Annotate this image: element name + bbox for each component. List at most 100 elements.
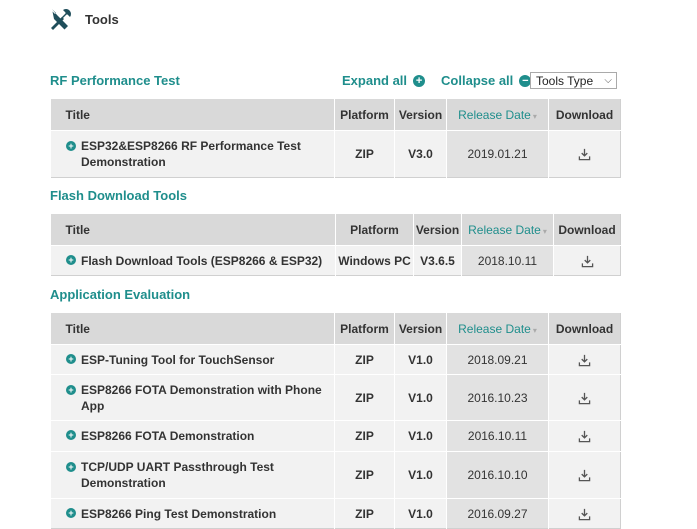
tools-type-value: Tools Type	[536, 74, 594, 88]
column-release-date[interactable]: Release Date ▾	[446, 313, 549, 345]
row-title: + ESP32&ESP8266 RF Performance Test Demon…	[50, 130, 335, 178]
row-version: V1.0	[394, 451, 447, 499]
collapse-all-label: Collapse all	[441, 73, 514, 88]
row-title: + ESP8266 Ping Test Demonstration	[50, 498, 335, 529]
row-version: V3.0	[394, 130, 447, 178]
column-version: Version	[394, 313, 447, 345]
sort-arrow-icon: ▾	[532, 111, 537, 121]
expand-row-icon[interactable]: +	[66, 384, 76, 395]
table-row: + ESP32&ESP8266 RF Performance Test Demon…	[50, 130, 621, 178]
table-header-row: Title Platform Version Release Date ▾ Dow…	[50, 214, 621, 246]
row-title-text: Flash Download Tools (ESP8266 & ESP32)	[81, 253, 323, 268]
application-evaluation-table: Title Platform Version Release Date ▾ Dow…	[50, 313, 621, 529]
sort-arrow-icon: ▾	[532, 325, 537, 335]
table-row: + Flash Download Tools (ESP8266 & ESP32) …	[50, 245, 621, 276]
download-icon	[578, 431, 591, 443]
release-date-label: Release Date	[468, 222, 541, 237]
row-title: + ESP-Tuning Tool for TouchSensor	[50, 344, 335, 375]
column-title: Title	[50, 214, 336, 246]
release-date-label: Release Date	[458, 107, 531, 122]
row-platform: ZIP	[334, 374, 395, 421]
expand-all-label: Expand all	[342, 73, 408, 88]
expand-all-button[interactable]: Expand all +	[342, 73, 426, 88]
row-date: 2016.10.11	[446, 420, 549, 452]
column-title: Title	[50, 99, 335, 131]
collapse-all-button[interactable]: Collapse all −	[441, 73, 532, 88]
expand-row-icon[interactable]: +	[66, 353, 76, 364]
row-date: 2016.10.23	[446, 374, 549, 421]
section-title-flash: Flash Download Tools	[50, 188, 187, 203]
page-title: Tools	[85, 11, 119, 27]
column-platform: Platform	[334, 99, 395, 131]
row-title: + Flash Download Tools (ESP8266 & ESP32)	[50, 245, 336, 276]
tools-icon	[51, 8, 71, 30]
row-title: + TCP/UDP UART Passthrough Test Demonstra…	[50, 451, 335, 499]
table-row: + ESP8266 FOTA Demonstration with Phone A…	[50, 374, 621, 421]
plus-circle-icon: +	[413, 74, 426, 87]
table-row: + TCP/UDP UART Passthrough Test Demonstra…	[50, 451, 621, 499]
row-platform: ZIP	[334, 344, 395, 375]
row-version: V3.6.5	[413, 245, 462, 276]
row-title-text: ESP-Tuning Tool for TouchSensor	[81, 352, 275, 367]
rf-performance-table: Title Platform Version Release Date ▾ Dow…	[50, 99, 621, 178]
sort-arrow-icon: ▾	[542, 226, 547, 236]
expand-row-icon[interactable]: +	[66, 254, 76, 265]
column-release-date[interactable]: Release Date ▾	[461, 214, 554, 246]
chevron-down-icon: ⌵	[604, 75, 612, 86]
row-date: 2018.10.11	[461, 245, 554, 276]
download-icon	[578, 508, 591, 520]
download-button[interactable]	[548, 420, 621, 452]
row-date: 2019.01.21	[446, 130, 549, 178]
row-title-text: ESP8266 FOTA Demonstration	[81, 429, 255, 443]
row-platform: ZIP	[334, 420, 395, 452]
expand-row-icon[interactable]: +	[66, 507, 76, 518]
table-row: + ESP8266 Ping Test Demonstration ZIP V1.…	[50, 498, 621, 529]
column-download: Download	[548, 313, 621, 345]
download-button[interactable]	[548, 498, 621, 529]
page-header: Tools	[49, 6, 119, 32]
row-title: + ESP8266 FOTA Demonstration	[50, 420, 335, 452]
column-platform: Platform	[334, 313, 395, 345]
row-title-text: ESP8266 Ping Test Demonstration	[81, 506, 277, 521]
row-title-text: ESP8266 FOTA Demonstration with Phone Ap…	[81, 382, 322, 413]
row-title: + ESP8266 FOTA Demonstration with Phone A…	[50, 374, 335, 421]
tools-type-select[interactable]: Tools Type ⌵	[530, 72, 617, 89]
section-title-application: Application Evaluation	[50, 287, 191, 302]
row-title-text: TCP/UDP UART Passthrough Test Demonstrat…	[81, 460, 274, 490]
column-title: Title	[50, 313, 335, 345]
expand-row-icon[interactable]: +	[66, 141, 76, 151]
row-date: 2018.09.21	[446, 344, 549, 375]
row-date: 2016.09.27	[446, 498, 549, 529]
column-download: Download	[548, 99, 621, 131]
expand-row-icon[interactable]: +	[66, 462, 76, 472]
flash-download-table: Title Platform Version Release Date ▾ Dow…	[50, 214, 621, 276]
table-header-row: Title Platform Version Release Date ▾ Dow…	[50, 99, 621, 131]
row-platform: Windows PC	[335, 245, 414, 276]
download-button[interactable]	[548, 344, 621, 375]
row-platform: ZIP	[334, 130, 395, 178]
table-row: + ESP8266 FOTA Demonstration ZIP V1.0 201…	[50, 420, 621, 452]
expand-collapse-controls: Expand all + Collapse all −	[342, 73, 532, 88]
download-icon	[578, 149, 591, 161]
download-button[interactable]	[553, 245, 621, 276]
row-version: V1.0	[394, 498, 447, 529]
column-platform: Platform	[335, 214, 414, 246]
row-platform: ZIP	[334, 498, 395, 529]
download-button[interactable]	[548, 130, 621, 178]
expand-row-icon[interactable]: +	[66, 430, 76, 440]
column-version: Version	[413, 214, 462, 246]
section-title-rf: RF Performance Test	[50, 73, 180, 88]
table-row: + ESP-Tuning Tool for TouchSensor ZIP V1.…	[50, 344, 621, 375]
download-icon	[578, 392, 591, 404]
row-platform: ZIP	[334, 451, 395, 499]
row-version: V1.0	[394, 344, 447, 375]
row-date: 2016.10.10	[446, 451, 549, 499]
release-date-label: Release Date	[458, 321, 531, 336]
column-release-date[interactable]: Release Date ▾	[446, 99, 549, 131]
download-button[interactable]	[548, 374, 621, 421]
column-download: Download	[553, 214, 621, 246]
row-version: V1.0	[394, 420, 447, 452]
download-button[interactable]	[548, 451, 621, 499]
row-title-text: ESP32&ESP8266 RF Performance Test Demons…	[81, 139, 301, 169]
download-icon	[578, 354, 591, 366]
